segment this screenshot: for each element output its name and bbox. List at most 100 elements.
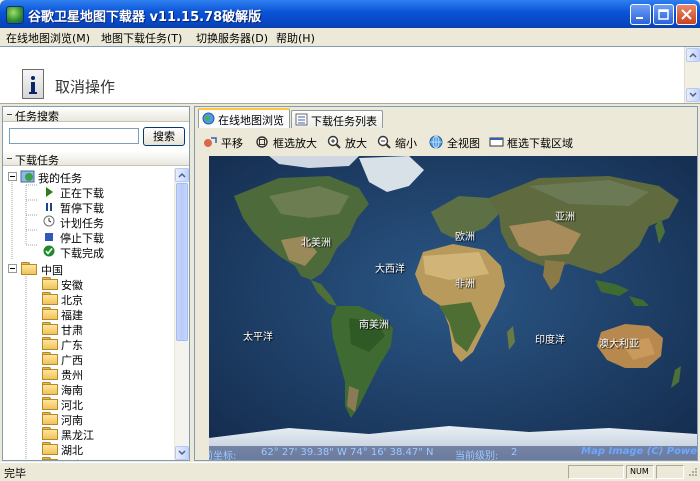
task-search-input[interactable] <box>9 128 139 144</box>
operation-banner: 取消操作 <box>0 46 700 104</box>
label-pacific: 太平洋 <box>243 332 273 343</box>
search-button[interactable]: 搜索 <box>143 127 185 146</box>
pan-label: 平移 <box>221 137 243 150</box>
stop-icon <box>45 233 53 241</box>
label-australia: 澳大利亚 <box>599 339 639 350</box>
zoom-in-button[interactable]: 放大 <box>327 134 371 150</box>
scroll-up-arrow-icon[interactable] <box>686 48 700 62</box>
folder-icon <box>42 442 58 455</box>
title-bar[interactable]: 谷歌卫星地图下载器 v11.15.78破解版 <box>0 0 700 28</box>
banner-scrollbar[interactable] <box>684 47 700 103</box>
tree-item-paused[interactable]: 暂停下载 <box>3 199 173 215</box>
map-panel: 在线地图浏览 下载任务列表 平移 框选放大 放大 缩小 全视图 框选下载区域 北… <box>194 106 698 461</box>
tab-download-list[interactable]: 下载任务列表 <box>291 110 383 128</box>
task-tree: 我的任务 正在下载 暂停下载 计划任务 停止下载 下载完成 中国 安徽 北京 福… <box>3 168 174 460</box>
clock-icon <box>43 215 55 227</box>
info-icon <box>22 69 44 99</box>
map-toolbar: 平移 框选放大 放大 缩小 全视图 框选下载区域 <box>197 131 695 153</box>
menu-bar: 在线地图浏览(M) 地图下载任务(T) 切换服务器(D) 帮助(H) <box>0 28 700 46</box>
tab-label: 在线地图浏览 <box>218 114 284 127</box>
folder-icon <box>42 382 58 395</box>
pan-button[interactable]: 平移 <box>203 134 249 150</box>
label-south-america: 南美洲 <box>359 320 389 331</box>
label-north-america: 北美洲 <box>301 238 331 249</box>
zoom-in-icon <box>327 135 341 149</box>
menu-download-tasks[interactable]: 地图下载任务(T) <box>101 30 182 46</box>
tree-item-province[interactable]: 河南 <box>3 411 173 427</box>
select-region-label: 框选下载区域 <box>507 137 573 150</box>
folder-icon <box>42 352 58 365</box>
tree-item-province[interactable]: 福建 <box>3 306 173 322</box>
close-button[interactable] <box>676 4 697 25</box>
tree-item-province[interactable]: 安徽 <box>3 276 173 292</box>
tree-item-province[interactable]: 北京 <box>3 291 173 307</box>
search-section-header[interactable]: 任务搜索 <box>3 107 189 123</box>
tasks-section-header[interactable]: 下载任务 <box>3 151 189 167</box>
folder-icon <box>42 397 58 410</box>
satellite-map-view[interactable]: 北美洲 南美洲 欧洲 亚洲 非洲 澳大利亚 大西洋 太平洋 印度洋 当前坐标: … <box>209 156 697 460</box>
tree-item-my-tasks[interactable]: 我的任务 <box>3 169 173 185</box>
menu-online-browse[interactable]: 在线地图浏览(M) <box>6 30 90 46</box>
tree-item-china[interactable]: 中国 <box>3 261 173 277</box>
scroll-down-arrow-icon[interactable] <box>686 88 700 102</box>
tree-item-province[interactable]: 甘肃 <box>3 321 173 337</box>
folder-icon <box>42 307 58 320</box>
scroll-down-arrow-icon[interactable] <box>175 446 189 460</box>
status-cell-empty <box>568 465 624 479</box>
zoom-out-label: 缩小 <box>395 137 417 150</box>
folder-icon <box>42 322 58 335</box>
select-region-button[interactable]: 框选下载区域 <box>489 134 581 150</box>
maximize-button[interactable] <box>653 4 674 25</box>
tree-item-stopped[interactable]: 停止下载 <box>3 229 173 245</box>
search-section-title: 任务搜索 <box>15 110 59 123</box>
globe-icon <box>429 135 443 149</box>
collapse-icon[interactable] <box>8 264 17 273</box>
tree-item-completed[interactable]: 下载完成 <box>3 244 173 260</box>
minimize-button[interactable] <box>630 4 651 25</box>
tab-online-map[interactable]: 在线地图浏览 <box>198 108 290 128</box>
window-title: 谷歌卫星地图下载器 v11.15.78破解版 <box>28 10 262 25</box>
tree-item-province[interactable]: 湖北 <box>3 441 173 457</box>
box-zoom-icon <box>256 136 268 148</box>
label-indian-ocean: 印度洋 <box>535 335 565 346</box>
num-lock-indicator: NUM <box>626 465 654 479</box>
tree-scrollbar[interactable] <box>174 168 189 460</box>
folder-icon <box>42 427 58 440</box>
map-status-strip: 当前坐标: 62° 27' 39.38" W 74° 16' 38.47" N … <box>209 446 697 460</box>
full-view-button[interactable]: 全视图 <box>429 134 485 150</box>
full-view-label: 全视图 <box>447 137 480 150</box>
tree-item-province[interactable]: 河北 <box>3 396 173 412</box>
status-bar: 完毕 NUM <box>0 462 700 481</box>
scroll-thumb[interactable] <box>176 183 188 341</box>
folder-icon <box>21 262 37 275</box>
tree-item-downloading[interactable]: 正在下载 <box>3 184 173 200</box>
tree-item-province[interactable]: 贵州 <box>3 366 173 382</box>
check-icon <box>43 245 55 257</box>
app-globe-icon <box>6 6 24 24</box>
pause-icon <box>46 203 52 211</box>
zoom-out-button[interactable]: 缩小 <box>377 134 421 150</box>
resize-grip-icon[interactable] <box>686 466 698 478</box>
collapse-icon[interactable] <box>8 172 17 181</box>
tree-item-province[interactable]: 湖南 <box>3 456 173 460</box>
tree-item-scheduled[interactable]: 计划任务 <box>3 214 173 230</box>
zoom-in-label: 放大 <box>345 137 367 150</box>
menu-switch-server[interactable]: 切换服务器(D) <box>196 30 268 46</box>
box-zoom-button[interactable]: 框选放大 <box>255 134 321 150</box>
tree-item-province[interactable]: 海南 <box>3 381 173 397</box>
box-zoom-label: 框选放大 <box>273 137 317 150</box>
globe-icon <box>202 112 215 125</box>
tree-label-completed: 下载完成 <box>60 247 104 260</box>
label-atlantic: 大西洋 <box>375 264 405 275</box>
tree-item-province[interactable]: 黑龙江 <box>3 426 173 442</box>
folder-icon <box>42 337 58 350</box>
zoom-level-label: 当前级别: <box>455 451 499 460</box>
tree-item-province[interactable]: 广西 <box>3 351 173 367</box>
status-cell-empty <box>656 465 684 479</box>
label-asia: 亚洲 <box>555 212 575 223</box>
menu-help[interactable]: 帮助(H) <box>276 30 315 46</box>
tree-item-province[interactable]: 广东 <box>3 336 173 352</box>
scroll-up-arrow-icon[interactable] <box>175 168 189 182</box>
tab-label: 下载任务列表 <box>311 115 377 128</box>
world-map-image <box>209 156 697 460</box>
